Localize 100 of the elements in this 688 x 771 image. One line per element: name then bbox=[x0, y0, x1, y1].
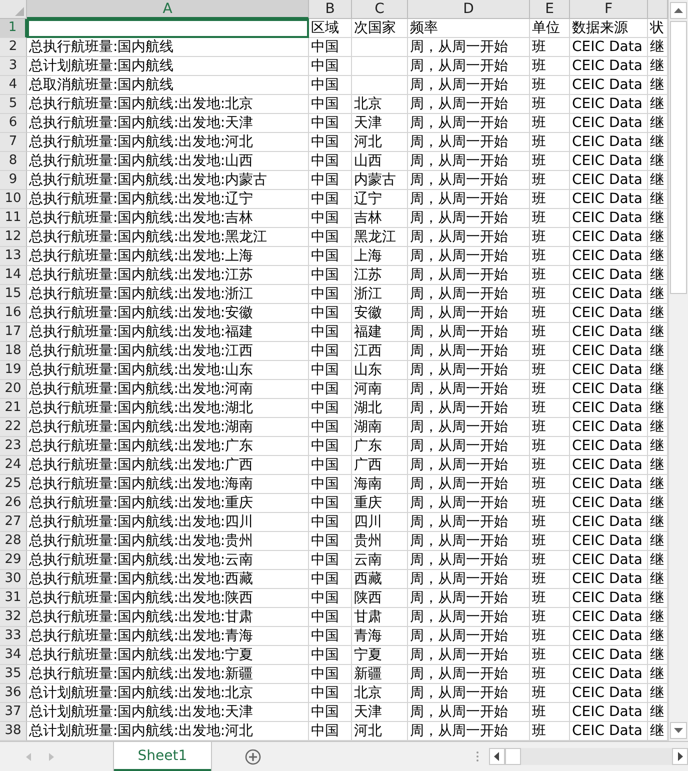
row-header[interactable]: 16 bbox=[0, 304, 27, 323]
row-header[interactable]: 4 bbox=[0, 76, 27, 95]
row-header[interactable]: 28 bbox=[0, 532, 27, 551]
row-header[interactable]: 5 bbox=[0, 95, 27, 114]
table-cell: 周，从周一开始 bbox=[408, 475, 530, 494]
column-header[interactable]: A bbox=[27, 0, 309, 19]
column-header[interactable]: B bbox=[309, 0, 352, 19]
table-cell: 周，从周一开始 bbox=[408, 589, 530, 608]
row-header[interactable]: 36 bbox=[0, 684, 27, 703]
scroll-right-button[interactable] bbox=[672, 748, 688, 765]
row-header[interactable]: 35 bbox=[0, 665, 27, 684]
row-header[interactable]: 1 bbox=[0, 19, 27, 38]
table-cell: 中国 bbox=[309, 418, 352, 437]
row-header[interactable]: 37 bbox=[0, 703, 27, 722]
scroll-thumb[interactable] bbox=[504, 748, 521, 765]
row-header[interactable]: 22 bbox=[0, 418, 27, 437]
row-header[interactable]: 33 bbox=[0, 627, 27, 646]
table-cell: 周，从周一开始 bbox=[408, 361, 530, 380]
row-header[interactable]: 20 bbox=[0, 380, 27, 399]
table-cell: 班 bbox=[530, 551, 570, 570]
table-cell: 总执行航班量:国内航线:出发地:重庆 bbox=[27, 494, 309, 513]
table-cell: 总执行航班量:国内航线:出发地:西藏 bbox=[27, 570, 309, 589]
table-cell: 内蒙古 bbox=[352, 171, 408, 190]
row-header[interactable]: 19 bbox=[0, 361, 27, 380]
row-header[interactable]: 34 bbox=[0, 646, 27, 665]
table-cell: 周，从周一开始 bbox=[408, 399, 530, 418]
row-header[interactable]: 27 bbox=[0, 513, 27, 532]
table-cell: 中国 bbox=[309, 456, 352, 475]
row-header[interactable]: 29 bbox=[0, 551, 27, 570]
table-cell: CEIC Data bbox=[570, 247, 648, 266]
table-cell: 周，从周一开始 bbox=[408, 76, 530, 95]
row-header[interactable]: 25 bbox=[0, 475, 27, 494]
row-header[interactable]: 14 bbox=[0, 266, 27, 285]
horizontal-scrollbar[interactable] bbox=[488, 748, 688, 765]
table-cell: CEIC Data bbox=[570, 532, 648, 551]
table-cell: 周，从周一开始 bbox=[408, 266, 530, 285]
table-cell: 黑龙江 bbox=[352, 228, 408, 247]
scroll-down-button[interactable] bbox=[670, 722, 687, 739]
table-cell: 周，从周一开始 bbox=[408, 323, 530, 342]
table-cell: 周，从周一开始 bbox=[408, 570, 530, 589]
table-cell: CEIC Data bbox=[570, 285, 648, 304]
splitter-icon[interactable] bbox=[476, 751, 479, 762]
table-cell: 总执行航班量:国内航线:出发地:河北 bbox=[27, 133, 309, 152]
row-header[interactable]: 30 bbox=[0, 570, 27, 589]
column-header[interactable]: E bbox=[530, 0, 570, 19]
table-cell: 中国 bbox=[309, 171, 352, 190]
table-cell: 班 bbox=[530, 209, 570, 228]
row-header[interactable]: 26 bbox=[0, 494, 27, 513]
scroll-thumb[interactable] bbox=[670, 21, 687, 294]
table-cell: 周，从周一开始 bbox=[408, 57, 530, 76]
row-header[interactable]: 23 bbox=[0, 437, 27, 456]
table-cell: 总执行航班量:国内航线:出发地:北京 bbox=[27, 95, 309, 114]
table-cell: 周，从周一开始 bbox=[408, 247, 530, 266]
table-cell: 总执行航班量:国内航线 bbox=[27, 38, 309, 57]
up-arrow-icon bbox=[674, 8, 683, 13]
table-cell: 中国 bbox=[309, 494, 352, 513]
row-header[interactable]: 18 bbox=[0, 342, 27, 361]
row-header[interactable]: 8 bbox=[0, 152, 27, 171]
row-header[interactable]: 7 bbox=[0, 133, 27, 152]
row-header[interactable]: 10 bbox=[0, 190, 27, 209]
table-cell: 班 bbox=[530, 494, 570, 513]
row-header[interactable]: 6 bbox=[0, 114, 27, 133]
row-header[interactable]: 12 bbox=[0, 228, 27, 247]
table-cell: 中国 bbox=[309, 285, 352, 304]
scroll-left-button[interactable] bbox=[488, 748, 505, 765]
select-all-corner[interactable] bbox=[0, 0, 27, 19]
column-header[interactable]: D bbox=[408, 0, 530, 19]
table-cell: 总计划航班量:国内航线:出发地:北京 bbox=[27, 684, 309, 703]
previous-sheet-icon[interactable] bbox=[26, 752, 31, 760]
table-cell: 中国 bbox=[309, 551, 352, 570]
table-cell: 总执行航班量:国内航线:出发地:黑龙江 bbox=[27, 228, 309, 247]
row-header[interactable]: 21 bbox=[0, 399, 27, 418]
row-header[interactable]: 31 bbox=[0, 589, 27, 608]
row-header[interactable]: 24 bbox=[0, 456, 27, 475]
table-cell: 天津 bbox=[352, 703, 408, 722]
row-header[interactable]: 17 bbox=[0, 323, 27, 342]
table-cell: 班 bbox=[530, 266, 570, 285]
row-header[interactable]: 38 bbox=[0, 722, 27, 741]
column-header[interactable]: C bbox=[352, 0, 408, 19]
row-header[interactable]: 15 bbox=[0, 285, 27, 304]
table-cell: 班 bbox=[530, 380, 570, 399]
column-header[interactable]: F bbox=[570, 0, 648, 19]
table-cell: CEIC Data bbox=[570, 646, 648, 665]
sheet-tab[interactable]: Sheet1 bbox=[114, 742, 212, 771]
row-header[interactable]: 3 bbox=[0, 57, 27, 76]
empty-cell bbox=[352, 38, 408, 57]
row-header[interactable]: 32 bbox=[0, 608, 27, 627]
table-cell: 班 bbox=[530, 190, 570, 209]
next-sheet-icon[interactable] bbox=[49, 752, 54, 760]
row-header[interactable]: 11 bbox=[0, 209, 27, 228]
table-cell: 总计划航班量:国内航线 bbox=[27, 57, 309, 76]
table-cell: 班 bbox=[530, 399, 570, 418]
row-header[interactable]: 9 bbox=[0, 171, 27, 190]
add-sheet-button[interactable] bbox=[245, 748, 262, 764]
selected-cell[interactable] bbox=[27, 19, 309, 38]
vertical-scrollbar[interactable] bbox=[668, 0, 688, 741]
row-header[interactable]: 2 bbox=[0, 38, 27, 57]
table-cell: 山西 bbox=[352, 152, 408, 171]
scroll-up-button[interactable] bbox=[670, 2, 687, 19]
row-header[interactable]: 13 bbox=[0, 247, 27, 266]
